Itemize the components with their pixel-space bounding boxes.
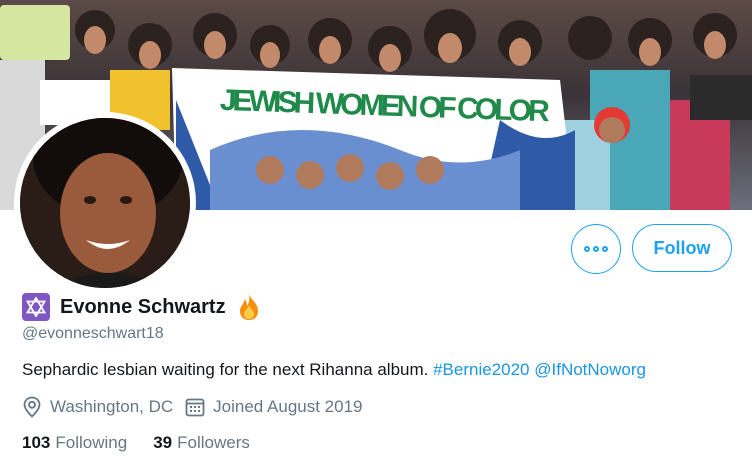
location-text: Washington, DC <box>50 397 174 416</box>
bio-mention-link[interactable]: @IfNotNoworg <box>534 360 646 379</box>
followers-link[interactable]: 39 Followers <box>153 433 250 453</box>
profile-handle: @evonneschwart18 <box>22 325 164 342</box>
calendar-icon <box>185 398 205 417</box>
star-of-david-icon <box>22 293 50 321</box>
following-label: Following <box>55 433 128 452</box>
more-icon <box>584 246 608 252</box>
profile-bio: Sephardic lesbian waiting for the next R… <box>22 360 646 380</box>
profile-join-date: Joined August 2019 <box>185 397 363 417</box>
fire-icon <box>239 294 258 320</box>
profile-location: Washington, DC <box>22 396 173 418</box>
profile-meta: Washington, DC Joined August 2019 <box>22 396 375 418</box>
following-count: 103 <box>22 433 51 452</box>
display-name: Evonne Schwartz <box>60 295 226 318</box>
profile-avatar[interactable] <box>14 112 196 294</box>
bio-hashtag-link[interactable]: #Bernie2020 <box>433 360 529 379</box>
joined-text: Joined August 2019 <box>213 397 363 416</box>
follow-button[interactable]: Follow <box>632 224 732 272</box>
following-link[interactable]: 103 Following <box>22 433 127 453</box>
avatar-photo <box>20 118 190 288</box>
bio-text: Sephardic lesbian waiting for the next R… <box>22 360 434 379</box>
location-icon <box>23 396 41 418</box>
profile-name-row: Evonne Schwartz <box>22 292 262 322</box>
followers-label: Followers <box>177 433 250 452</box>
followers-count: 39 <box>153 433 173 452</box>
profile-stats: 103 Following 39 Followers <box>22 433 276 453</box>
more-options-button[interactable] <box>571 224 621 274</box>
